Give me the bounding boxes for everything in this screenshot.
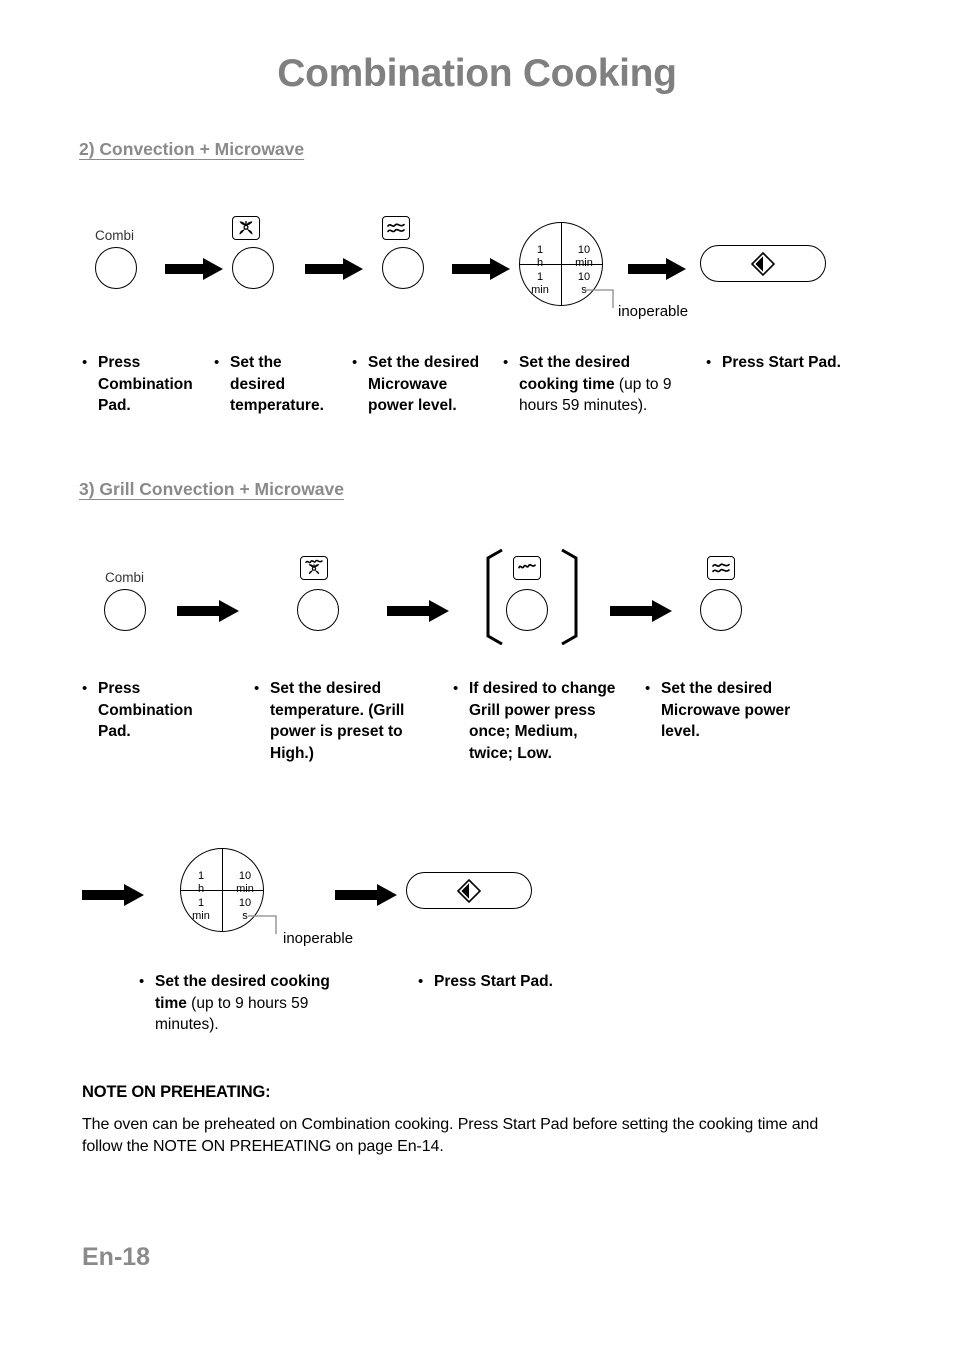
start-diamond-icon xyxy=(456,878,482,903)
inoperable-label: inoperable xyxy=(283,930,354,947)
grill-power-knob[interactable] xyxy=(506,589,548,631)
caption-set-microwave-power: • Set the desired Microwave power level. xyxy=(352,354,480,414)
bullet-icon: • xyxy=(706,354,712,371)
flow-arrow-icon xyxy=(387,600,449,622)
convection-temperature-knob[interactable] xyxy=(232,247,274,289)
dial-quadrant-1min: 1 min xyxy=(192,897,210,922)
bullet-icon: • xyxy=(453,680,459,697)
caption-set-cooking-time: • Set the desired cooking time (up to 9 … xyxy=(503,352,693,417)
bullet-icon: • xyxy=(214,354,220,371)
bullet-icon: • xyxy=(254,680,260,697)
bullet-icon: • xyxy=(82,354,88,371)
note-on-preheating-body: The oven can be preheated on Combination… xyxy=(82,1116,819,1155)
flow-arrow-icon xyxy=(165,258,223,280)
note-on-preheating-title: NOTE ON PREHEATING: xyxy=(82,1083,271,1101)
inoperable-label: inoperable xyxy=(618,303,689,320)
flow-arrow-icon xyxy=(177,600,239,622)
grill-convection-temperature-knob[interactable] xyxy=(297,589,339,631)
combi-knob-label: Combi xyxy=(95,228,135,243)
section-heading-grill-convection-microwave: 3) Grill Convection + Microwave xyxy=(79,479,345,499)
caption-set-temperature: • Set the desired temperature. xyxy=(214,354,324,414)
dial-quadrant-10min: 10 min xyxy=(575,244,593,269)
caption-set-temperature-grill: • Set the desired temperature. (Grill po… xyxy=(254,680,405,762)
caption-change-grill-power: • If desired to change Grill power press… xyxy=(453,680,616,762)
convection-fan-icon xyxy=(232,216,260,240)
dial-quadrant-10min: 10 min xyxy=(236,870,254,895)
microwave-waves-icon xyxy=(382,216,410,240)
start-pad-button[interactable] xyxy=(406,872,532,909)
microwave-waves-icon xyxy=(707,556,735,580)
combination-pad-knob[interactable] xyxy=(95,247,137,289)
caption-press-combination-pad: • Press Combination Pad. xyxy=(82,680,193,740)
bullet-icon: • xyxy=(503,354,509,371)
page-number: En-18 xyxy=(82,1243,151,1271)
bullet-icon: • xyxy=(645,680,651,697)
grill-icon xyxy=(513,556,541,580)
caption-press-start-pad: • Press Start Pad. xyxy=(418,971,578,993)
combi-knob-label: Combi xyxy=(105,570,145,585)
dial-quadrant-1h: 1 h xyxy=(197,870,205,895)
bullet-icon: • xyxy=(352,354,358,371)
page-title: Combination Cooking xyxy=(277,52,677,95)
microwave-power-knob[interactable] xyxy=(382,247,424,289)
inoperable-leader-line xyxy=(248,914,288,936)
grill-convection-icon xyxy=(300,556,328,580)
microwave-power-knob[interactable] xyxy=(700,589,742,631)
flow-arrow-icon xyxy=(628,258,686,280)
bullet-icon: • xyxy=(418,973,424,990)
combination-pad-knob[interactable] xyxy=(104,589,146,631)
caption-text: Set the desired cooking time (up to 9 ho… xyxy=(519,354,672,414)
section-heading-convection-microwave: 2) Convection + Microwave xyxy=(79,139,305,159)
dial-quadrant-1h: 1 h xyxy=(536,244,544,269)
flow-arrow-icon xyxy=(610,600,672,622)
optional-step-bracket-left xyxy=(484,549,504,645)
start-diamond-icon xyxy=(750,251,776,276)
flow-arrow-icon xyxy=(82,884,144,906)
start-pad-button[interactable] xyxy=(700,245,826,282)
caption-text: Set the desired cooking time (up to 9 ho… xyxy=(155,973,330,1033)
caption-press-combination-pad: • Press Combination Pad. xyxy=(82,354,193,414)
caption-press-start-pad: • Press Start Pad. xyxy=(706,352,856,374)
dial-quadrant-1min: 1 min xyxy=(531,271,549,296)
caption-set-cooking-time: • Set the desired cooking time (up to 9 … xyxy=(139,971,334,1036)
flow-arrow-icon xyxy=(335,884,397,906)
bullet-icon: • xyxy=(82,680,88,697)
bullet-icon: • xyxy=(139,973,145,990)
flow-arrow-icon xyxy=(452,258,510,280)
manual-page: Combination Cooking 2) Convection + Micr… xyxy=(0,0,954,1351)
optional-step-bracket-right xyxy=(560,549,580,645)
flow-arrow-icon xyxy=(305,258,363,280)
caption-set-microwave-power: • Set the desired Microwave power level. xyxy=(645,680,791,740)
